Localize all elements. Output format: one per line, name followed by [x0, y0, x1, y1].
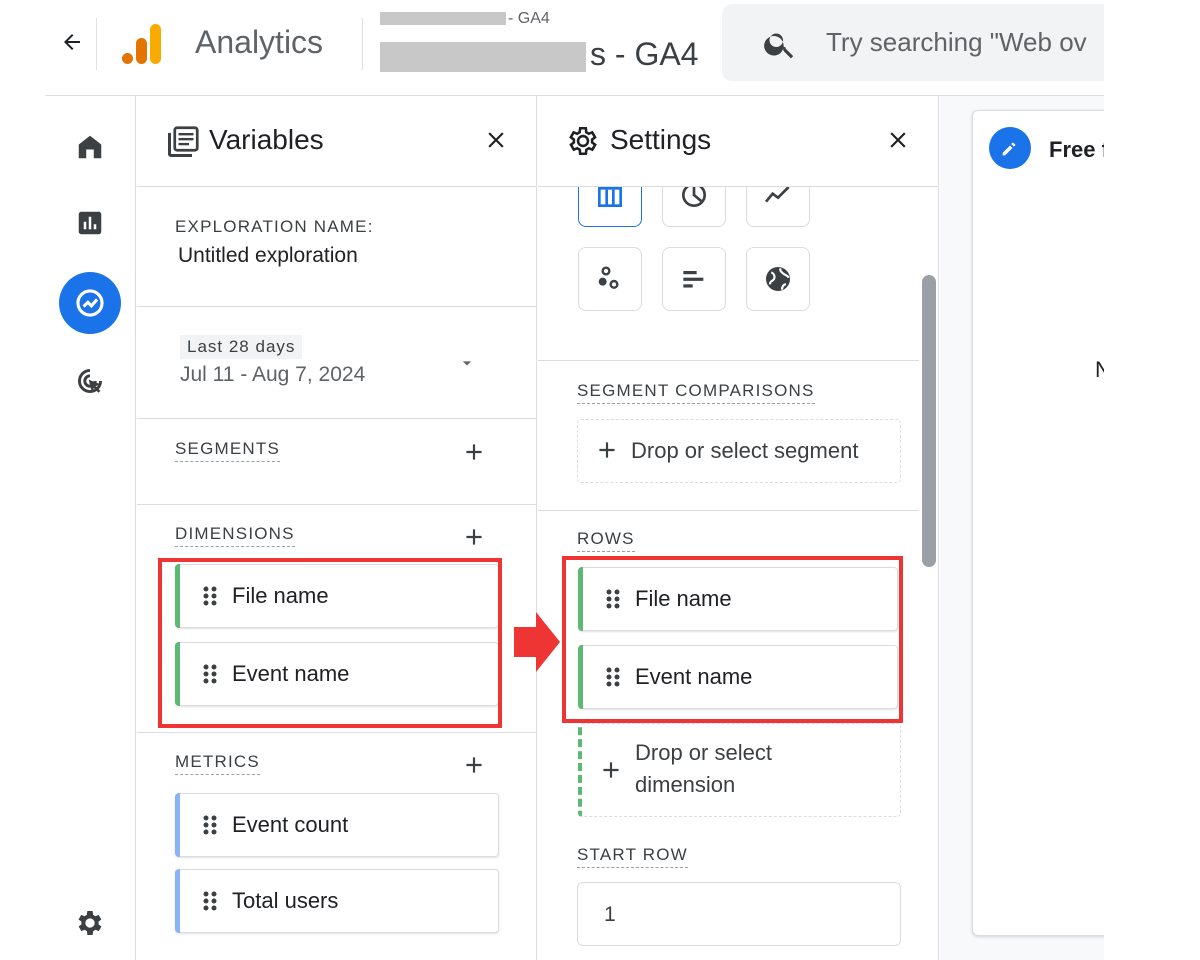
- drop-dimension-line1: Drop or select: [635, 740, 772, 765]
- segments-section: SEGMENTS: [137, 419, 536, 505]
- segment-comparisons-section: SEGMENT COMPARISONS Drop or select segme…: [538, 361, 919, 511]
- top-bar: Analytics - GA4 s - GA4 Try searching "W…: [0, 0, 1104, 95]
- analytics-logo-icon[interactable]: [120, 22, 164, 66]
- settings-scrollbar[interactable]: [922, 275, 936, 567]
- redacted-text: [380, 12, 506, 26]
- home-icon[interactable]: [59, 116, 121, 178]
- add-segment-plus-icon[interactable]: [457, 435, 491, 469]
- close-variables-icon[interactable]: [476, 120, 516, 160]
- divider: [362, 18, 363, 70]
- reports-icon[interactable]: [59, 192, 121, 254]
- metrics-section: METRICS Event count Total users: [137, 733, 536, 960]
- exploration-name-section: EXPLORATION NAME: Untitled exploration: [137, 187, 536, 307]
- search-placeholder: Try searching "Web ov: [826, 27, 1087, 57]
- variables-panel: Variables EXPLORATION NAME: Untitled exp…: [137, 96, 537, 960]
- date-range-section[interactable]: Last 28 days Jul 11 - Aug 7, 2024: [137, 307, 536, 419]
- settings-title: Settings: [610, 124, 712, 155]
- drop-segment-text: Drop or select segment: [631, 438, 859, 463]
- add-metric-plus-icon[interactable]: [457, 748, 491, 782]
- date-preset-badge: Last 28 days: [180, 335, 303, 359]
- visualization-section: [538, 163, 919, 361]
- redacted-text: [380, 41, 586, 72]
- metric-chip[interactable]: Total users: [175, 869, 499, 933]
- account-suffix: - GA4: [508, 10, 550, 27]
- metric-color-bar: [175, 793, 180, 857]
- settings-panel: Settings SEGMENT COMPARISONS Drop or sel…: [538, 96, 939, 960]
- explore-icon[interactable]: [59, 272, 121, 334]
- add-dimension-plus-icon[interactable]: [457, 520, 491, 554]
- metric-chip-label: Event count: [232, 812, 349, 837]
- settings-gear-icon[interactable]: [59, 892, 121, 954]
- scatter-plot-icon[interactable]: [578, 247, 642, 311]
- search-icon: [762, 26, 798, 62]
- rows-label: ROWS: [577, 529, 635, 552]
- edit-pencil-icon[interactable]: [989, 127, 1031, 169]
- drop-dimension-zone[interactable]: Drop or select dimension: [578, 723, 901, 817]
- dimensions-label: DIMENSIONS: [175, 524, 295, 547]
- exploration-name-input[interactable]: Untitled exploration: [178, 244, 358, 268]
- geo-map-icon[interactable]: [746, 247, 810, 311]
- variables-title: Variables: [209, 124, 324, 155]
- exploration-canvas: Free f N: [940, 96, 1104, 960]
- segment-comparisons-label: SEGMENT COMPARISONS: [577, 381, 815, 404]
- drag-handle-icon[interactable]: [200, 886, 220, 916]
- metric-color-bar: [175, 869, 180, 933]
- variables-list-icon: [165, 124, 201, 160]
- chevron-down-icon[interactable]: [457, 353, 477, 378]
- exploration-name-label: EXPLORATION NAME:: [175, 217, 374, 236]
- rows-highlight-box: [562, 556, 903, 723]
- dimensions-highlight-box: [158, 558, 502, 728]
- bar-chart-icon[interactable]: [662, 247, 726, 311]
- variables-header: Variables: [137, 96, 536, 187]
- canvas-card: Free f N: [972, 110, 1104, 936]
- drag-handle-icon[interactable]: [200, 810, 220, 840]
- start-row-input[interactable]: 1: [577, 882, 901, 946]
- property-name[interactable]: s - GA4: [380, 36, 698, 73]
- settings-gear-icon: [566, 124, 602, 160]
- account-name[interactable]: - GA4: [380, 10, 550, 28]
- metric-chip-label: Total users: [232, 888, 339, 913]
- back-arrow-icon[interactable]: [56, 26, 88, 58]
- left-navigation-rail: [45, 96, 136, 960]
- drop-segment-zone[interactable]: Drop or select segment: [577, 419, 901, 483]
- start-row-label: START ROW: [577, 845, 688, 868]
- date-range-text: Jul 11 - Aug 7, 2024: [180, 363, 366, 386]
- settings-header: Settings: [538, 96, 938, 187]
- start-row-value: 1: [604, 903, 616, 926]
- divider: [96, 18, 97, 70]
- metrics-label: METRICS: [175, 752, 260, 775]
- search-bar[interactable]: Try searching "Web ov: [722, 4, 1104, 81]
- tab-free-form[interactable]: Free f: [1049, 137, 1104, 163]
- property-suffix: s - GA4: [590, 36, 699, 72]
- segments-label: SEGMENTS: [175, 439, 281, 462]
- advertising-icon[interactable]: [59, 350, 121, 412]
- app-title: Analytics: [195, 24, 324, 60]
- plus-icon: [598, 757, 624, 788]
- drop-dimension-line2: dimension: [635, 772, 736, 797]
- canvas-message: N: [1095, 357, 1104, 382]
- close-settings-icon[interactable]: [878, 120, 918, 160]
- right-arrow-icon: [514, 612, 560, 672]
- plus-icon: [594, 437, 620, 468]
- metric-chip[interactable]: Event count: [175, 793, 499, 857]
